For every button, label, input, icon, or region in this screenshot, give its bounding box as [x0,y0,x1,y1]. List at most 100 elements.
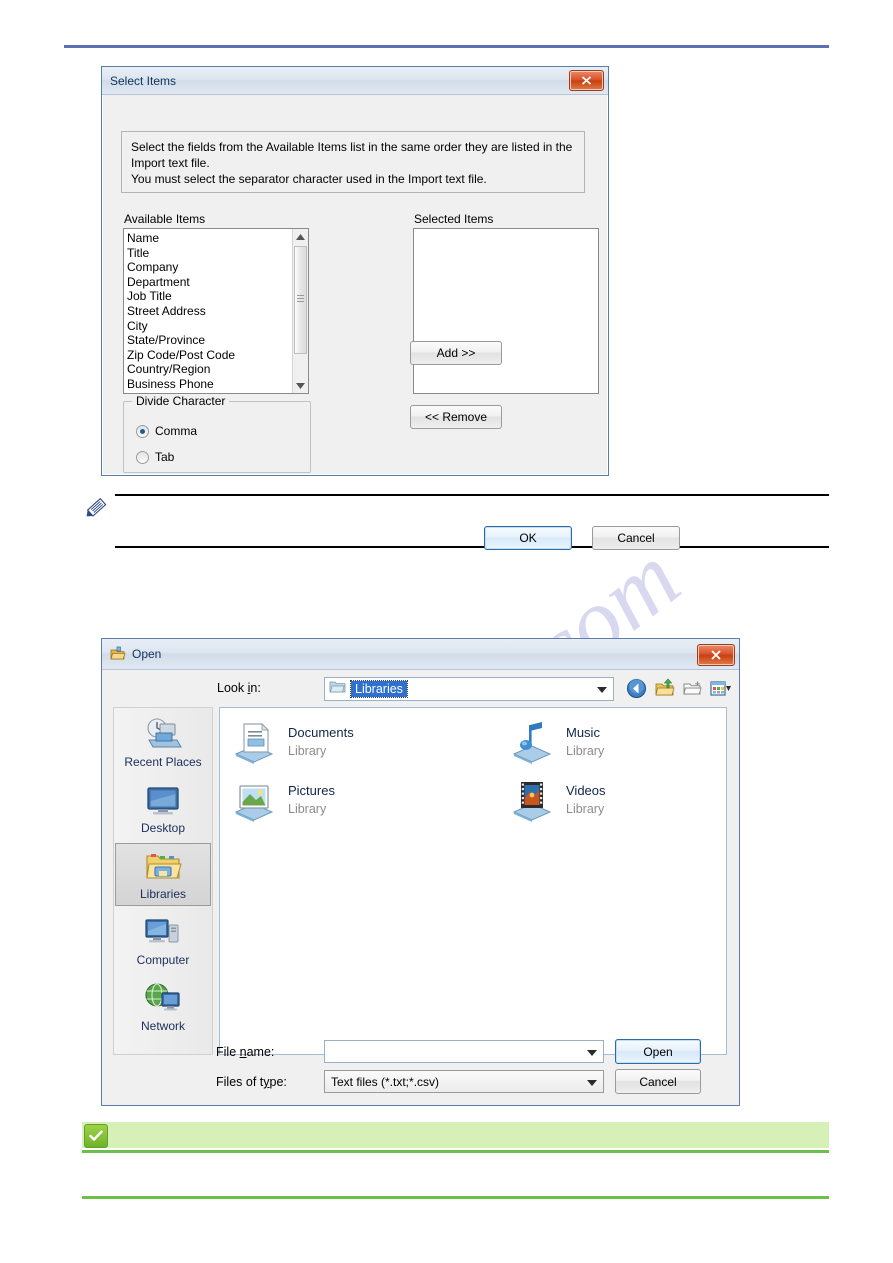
instruction-line-3: You must select the separator character … [131,172,487,186]
recent-places-icon [143,716,183,754]
instructions-box: Select the fields from the Available Ite… [121,131,585,193]
open-button[interactable]: Open [615,1039,701,1064]
lookin-value: Libraries [350,680,408,698]
place-label: Desktop [140,821,186,835]
library-item-pictures[interactable]: Pictures Library [230,776,335,824]
radio-tab-label: Tab [155,450,175,464]
filename-label: File name: [216,1045,275,1059]
close-icon[interactable] [569,70,604,91]
place-recent-places[interactable]: Recent Places [115,711,211,774]
open-dialog: Open Look in: Libraries Recent Places De… [101,638,740,1106]
filename-input[interactable] [324,1040,604,1063]
library-item-documents[interactable]: Documents Library [230,718,354,766]
lookin-combo[interactable]: Libraries [324,677,614,701]
list-item[interactable]: Country/Region [127,362,308,377]
available-items-scrollbar[interactable] [292,229,308,393]
radio-tab[interactable]: Tab [136,450,174,464]
open-cancel-button[interactable]: Cancel [615,1069,701,1094]
select-items-title: Select Items [110,73,177,88]
list-item[interactable]: Title [127,246,308,261]
list-item[interactable]: Company [127,260,308,275]
close-x-glyph [711,650,721,660]
radio-comma[interactable]: Comma [136,424,197,438]
divide-character-legend: Divide Character [132,394,230,408]
music-library-icon [508,718,556,766]
library-name: Videos [566,783,606,798]
open-folder-icon [110,646,126,662]
select-items-body: Select the fields from the Available Ite… [102,95,680,550]
close-icon[interactable] [697,644,735,666]
available-items-listbox[interactable]: Name Title Company Department Job Title … [123,228,309,394]
desktop-icon [143,782,183,820]
tip-rule-bottom [82,1196,829,1199]
lookin-label: Look in: [217,681,261,695]
lookin-row: Look in: Libraries [102,675,739,703]
place-desktop[interactable]: Desktop [115,777,211,840]
available-items-label: Available Items [124,212,206,226]
library-sub: Library [288,802,327,816]
scrollbar-thumb[interactable] [294,246,307,354]
cancel-button[interactable]: Cancel [592,526,680,550]
list-item[interactable]: City [127,319,308,334]
list-item[interactable]: Name [127,231,308,246]
network-icon [143,980,183,1018]
videos-library-icon [508,776,556,824]
scroll-down-icon[interactable] [293,378,308,393]
filetype-value: Text files (*.txt;*.csv) [331,1074,440,1089]
radio-selected-icon [136,424,149,438]
instruction-line-1: Select the fields from the Available Ite… [131,140,573,154]
chevron-down-icon[interactable] [587,1073,597,1091]
list-item[interactable]: Business Phone [127,377,308,392]
library-name: Music [566,725,600,740]
library-sub: Library [288,744,327,758]
list-item[interactable]: State/Province [127,333,308,348]
note-callout [82,488,829,550]
remove-button[interactable]: << Remove [410,405,502,429]
library-sub: Library [566,802,605,816]
open-titlebar[interactable]: Open [102,639,739,670]
tip-rule-top [82,1150,829,1153]
places-bar: Recent Places Desktop Libraries Computer… [113,707,213,1055]
views-icon[interactable] [710,678,731,699]
add-button[interactable]: Add >> [410,341,502,365]
ok-button[interactable]: OK [484,526,572,550]
library-item-music[interactable]: Music Library [508,718,604,766]
libraries-folder-icon [329,679,346,699]
close-x-glyph [581,76,592,85]
place-label: Libraries [139,887,187,901]
place-label: Recent Places [124,755,202,769]
select-items-titlebar[interactable]: Select Items [102,67,608,95]
note-rule-top [115,494,829,496]
pencil-note-icon [82,492,112,522]
open-dialog-toolbar [626,678,731,699]
scroll-up-icon[interactable] [293,229,308,244]
select-items-dialog: Select Items Select the fields from the … [101,66,680,550]
back-icon[interactable] [626,678,647,699]
libraries-icon [143,848,183,886]
place-computer[interactable]: Computer [115,909,211,972]
place-network[interactable]: Network [115,975,211,1038]
chevron-down-icon[interactable] [597,680,607,698]
place-libraries[interactable]: Libraries [115,843,211,906]
radio-unselected-icon [136,450,149,464]
scrollbar-grip-icon [297,295,304,302]
up-folder-icon[interactable] [654,678,675,699]
available-items-list: Name Title Company Department Job Title … [124,229,308,392]
list-item[interactable]: Zip Code/Post Code [127,348,308,363]
library-item-videos[interactable]: Videos Library [508,776,606,824]
selected-items-listbox[interactable] [413,228,599,394]
list-item[interactable]: Job Title [127,289,308,304]
chevron-down-icon[interactable] [587,1043,597,1061]
place-label: Network [140,1019,185,1033]
file-list-area[interactable]: Documents Library Music Library Pictures… [219,707,727,1055]
radio-comma-label: Comma [155,424,198,438]
filetype-label: Files of type: [216,1075,287,1089]
list-item[interactable]: Street Address [127,304,308,319]
instruction-line-2: Import text file. [131,156,210,170]
note-rule-bottom [115,546,829,548]
library-sub: Library [566,744,605,758]
list-item[interactable]: Department [127,275,308,290]
computer-icon [143,914,183,952]
filetype-combo[interactable]: Text files (*.txt;*.csv) [324,1070,604,1093]
new-folder-icon[interactable] [682,678,703,699]
